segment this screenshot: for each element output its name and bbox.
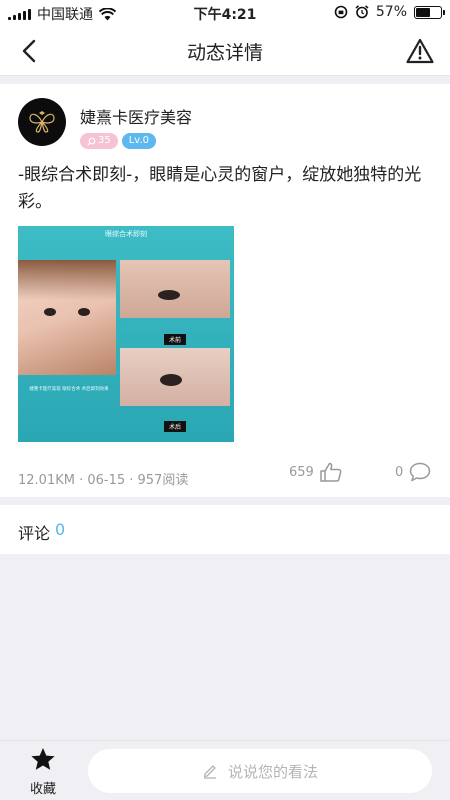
comment-button[interactable]: 0 — [395, 462, 431, 482]
fans-count: 35 — [98, 135, 111, 146]
like-button[interactable]: 659 — [289, 462, 342, 482]
comment-section: 评论 0 — [0, 505, 450, 554]
author-avatar[interactable] — [18, 98, 66, 146]
before-tag: 术前 — [164, 334, 187, 345]
post-text: -眼综合术即刻-，眼睛是心灵的窗户，绽放她独特的光彩。 — [18, 165, 422, 212]
model-eye-right — [78, 308, 90, 316]
favorite-button[interactable]: 收藏 — [18, 747, 68, 799]
comment-input[interactable]: 说说您的看法 — [88, 749, 432, 793]
model-eye-left — [44, 308, 56, 316]
author-badges: 35 Lv.0 — [80, 133, 156, 149]
image-caption: 婕熹卡医疗美容 眼综合术 术后即刻效果 — [29, 387, 109, 392]
page-title: 动态详情 — [186, 42, 263, 64]
battery-percent: 57% — [375, 4, 407, 20]
comment-placeholder: 说说您的看法 — [227, 762, 318, 781]
after-tag: 术后 — [164, 421, 187, 432]
model-hair — [18, 260, 116, 300]
battery-icon — [414, 5, 445, 19]
comment-label: 评论 — [18, 524, 51, 543]
thumbs-up-icon — [320, 462, 342, 482]
alarm-icon — [355, 5, 369, 19]
bottom-bar: 收藏 说说您的看法 — [0, 740, 450, 800]
warning-triangle-icon — [406, 38, 434, 64]
fans-badge: 35 — [80, 133, 118, 149]
like-count: 659 — [289, 464, 314, 480]
star-icon — [31, 748, 55, 770]
report-button[interactable] — [404, 35, 436, 67]
before-photo — [120, 260, 230, 318]
rotation-lock-icon — [334, 5, 348, 19]
image-title: 眼综合术即刻 — [105, 230, 147, 238]
favorite-label: 收藏 — [29, 782, 56, 797]
nav-bar: 动态详情 — [0, 26, 450, 76]
level-badge: Lv.0 — [121, 133, 156, 149]
post-card: 婕熹卡医疗美容 35 Lv.0 -眼综合术即刻-，眼睛是心灵的窗户，绽放她独特的… — [0, 84, 450, 497]
back-button[interactable] — [14, 36, 44, 66]
post-meta: 12.01KM · 06-15 · 957阅读 — [18, 473, 189, 488]
butterfly-logo-icon — [29, 111, 55, 133]
search-icon — [87, 137, 96, 145]
status-right: 57% — [334, 4, 445, 20]
author-name[interactable]: 婕熹卡医疗美容 — [80, 104, 192, 128]
before-eye — [158, 290, 180, 300]
pencil-icon — [203, 765, 216, 779]
chevron-left-icon — [22, 39, 36, 63]
post-image[interactable]: 眼综合术即刻 术前 术后 婕熹卡医疗美容 眼综合术 术后即刻效果 — [18, 226, 234, 442]
comment-section-count: 0 — [55, 520, 66, 539]
status-bar: 中国联通 下午4:21 57% — [0, 0, 450, 26]
after-eye — [160, 374, 182, 386]
speech-bubble-icon — [410, 462, 431, 482]
comment-count: 0 — [395, 464, 404, 480]
